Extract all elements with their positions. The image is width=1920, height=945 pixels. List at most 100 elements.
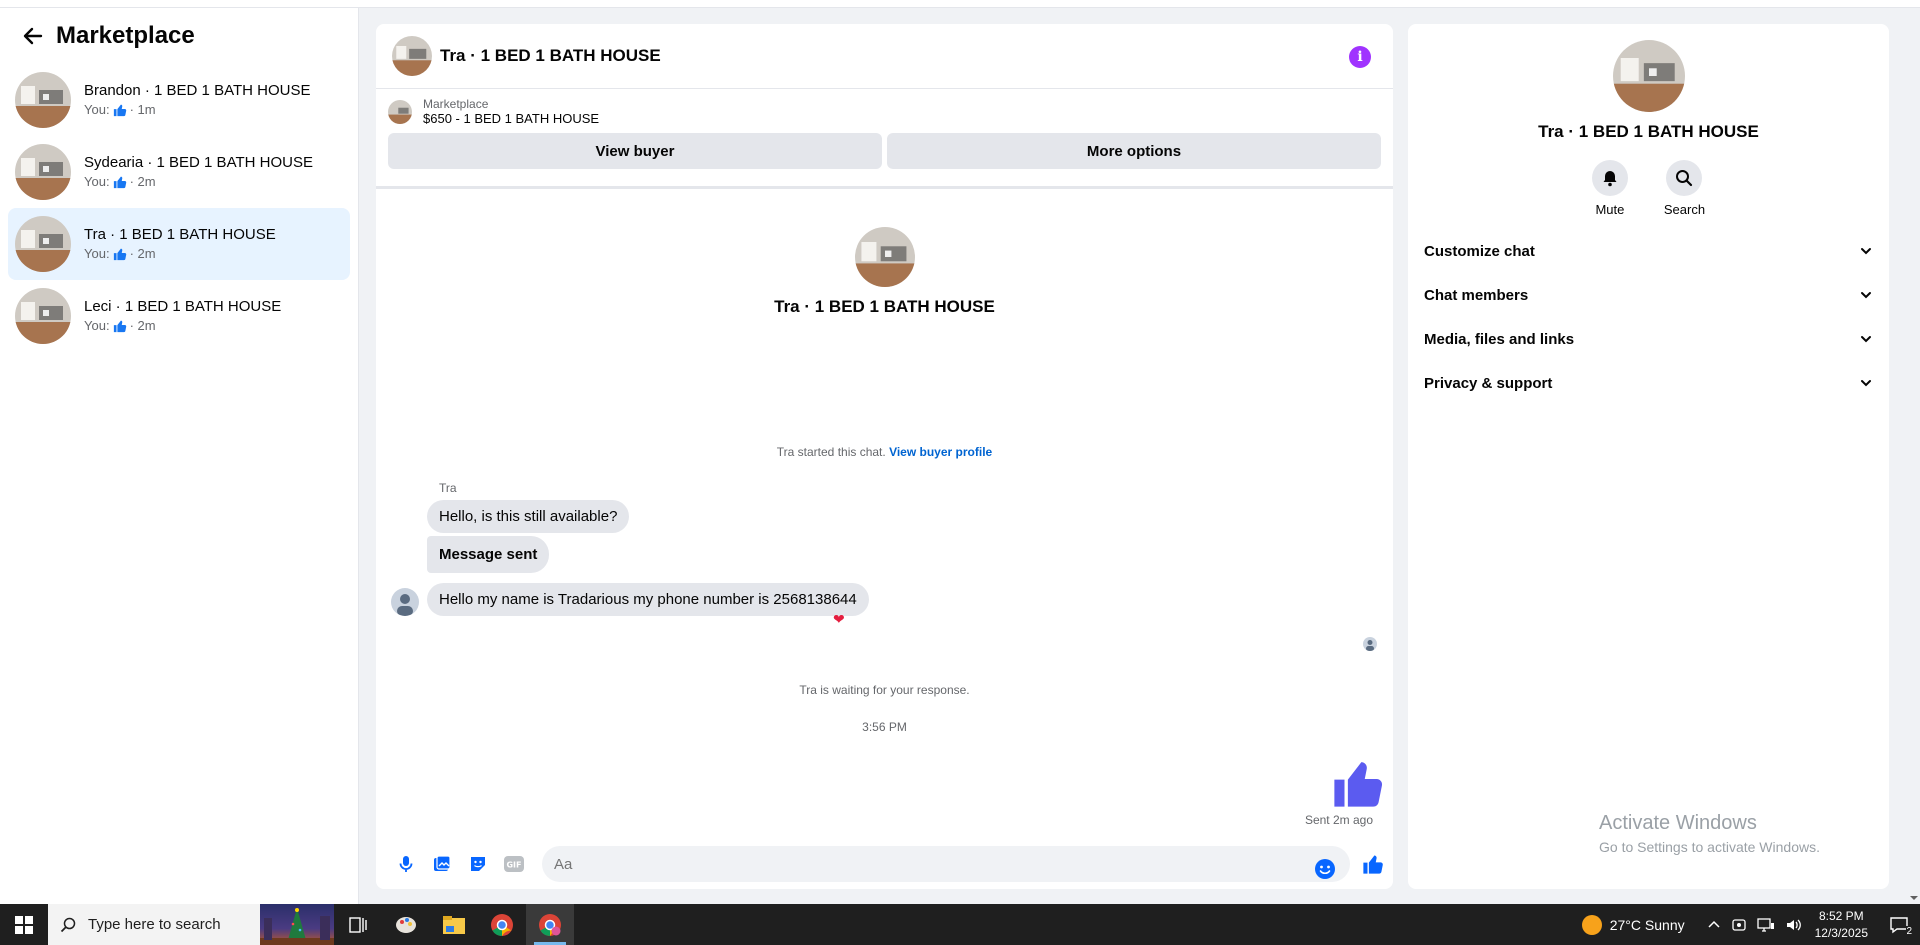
message-composer: GIF — [376, 839, 1393, 889]
bell-icon — [1603, 171, 1617, 187]
conversation-sidebar: Marketplace Brandon · 1 BED 1 BATH HOUSE… — [0, 8, 359, 904]
chat-header-title[interactable]: Tra · 1 BED 1 BATH HOUSE — [440, 46, 661, 66]
sticker-button[interactable] — [460, 846, 496, 882]
info-sections: Customize chat Chat members Media, files… — [1408, 229, 1889, 405]
conversation-item[interactable]: Sydearia · 1 BED 1 BATH HOUSE You: · 2m — [8, 136, 350, 208]
search-label: Search — [1663, 202, 1706, 217]
chevron-down-icon — [1861, 292, 1871, 299]
chat-panel: Tra · 1 BED 1 BATH HOUSE i Marketplace $… — [376, 24, 1393, 889]
section-privacy-support[interactable]: Privacy & support — [1424, 361, 1873, 405]
view-buyer-profile-link[interactable]: View buyer profile — [889, 445, 992, 459]
conversation-preview: You: · 2m — [84, 245, 276, 263]
listing-thumbnail — [388, 99, 412, 124]
message-bubble[interactable]: Hello, is this still available? — [427, 500, 630, 533]
section-media-files-links[interactable]: Media, files and links — [1424, 317, 1873, 361]
search-highlight-image[interactable] — [260, 904, 334, 945]
chat-started-notice: Tra started this chat. View buyer profil… — [376, 445, 1393, 459]
conversation-item[interactable]: Leci · 1 BED 1 BATH HOUSE You: · 2m — [8, 280, 350, 352]
info-icon[interactable]: i — [1349, 46, 1371, 68]
taskbar-app-chrome-profile-active[interactable] — [526, 904, 574, 945]
preview-prefix: You: — [84, 102, 110, 117]
taskbar-clock[interactable]: 8:52 PM 12/3/2025 — [1815, 908, 1868, 942]
message-bubble[interactable]: Message sent — [427, 536, 550, 573]
thumbs-up-icon — [113, 176, 126, 189]
arrow-left-icon — [23, 27, 43, 45]
weather-text: 27°C Sunny — [1609, 916, 1685, 933]
chevron-up-icon[interactable] — [1707, 918, 1721, 932]
search-icon — [1676, 170, 1693, 187]
taskbar-search-placeholder: Type here to search — [88, 916, 221, 933]
emoji-button[interactable] — [1307, 851, 1343, 887]
conversation-item[interactable]: Brandon · 1 BED 1 BATH HOUSE You: · 1m — [8, 64, 350, 136]
send-like-button[interactable] — [1355, 846, 1391, 882]
info-title: Tra · 1 BED 1 BATH HOUSE — [1538, 122, 1759, 141]
preview-time: · 2m — [129, 174, 156, 189]
message-timestamp: 3:56 PM — [862, 720, 907, 734]
sent-thumbs-up-icon[interactable] — [1331, 756, 1385, 810]
conversation-preview: You: · 2m — [84, 173, 313, 191]
watermark-subtitle: Go to Settings to activate Windows. — [1599, 839, 1820, 855]
conversation-name: Tra · 1 BED 1 BATH HOUSE — [84, 226, 276, 243]
started-text: Tra started this chat. — [776, 445, 886, 459]
view-buyer-button[interactable]: View buyer — [388, 133, 882, 169]
folder-icon — [443, 915, 465, 934]
taskbar-search-box[interactable]: Type here to search — [48, 904, 260, 945]
message-input[interactable] — [542, 846, 1350, 882]
preview-prefix: You: — [84, 246, 110, 261]
system-tray: 27°C Sunny 8:52 PM 12/3/2025 2 — [1581, 904, 1920, 945]
conversation-item-active[interactable]: Tra · 1 BED 1 BATH HOUSE You: · 2m — [8, 208, 350, 280]
gif-button[interactable]: GIF — [496, 846, 532, 882]
heart-reaction-icon[interactable]: ❤ — [833, 611, 845, 628]
listing-banner: Marketplace $650 - 1 BED 1 BATH HOUSE Vi… — [376, 89, 1393, 189]
clock-time: 8:52 PM — [1818, 908, 1864, 923]
chevron-down-icon — [1861, 336, 1871, 343]
weather-widget[interactable]: 27°C Sunny — [1581, 914, 1685, 935]
listing-avatar — [15, 216, 71, 272]
start-button[interactable] — [0, 904, 48, 945]
conversation-name: Leci · 1 BED 1 BATH HOUSE — [84, 298, 282, 315]
taskbar-app-file-explorer[interactable] — [430, 904, 478, 945]
chrome-icon — [491, 913, 513, 936]
thumbs-up-icon — [113, 320, 126, 333]
back-button[interactable] — [18, 21, 48, 51]
meet-now-icon[interactable] — [1731, 917, 1747, 933]
listing-avatar — [15, 144, 71, 200]
top-strip — [0, 0, 1920, 8]
chat-header-avatar[interactable] — [392, 36, 432, 76]
listing-label: Marketplace — [423, 97, 489, 111]
preview-prefix: You: — [84, 318, 110, 333]
conversation-name: Brandon · 1 BED 1 BATH HOUSE — [84, 82, 311, 99]
voice-clip-button[interactable] — [388, 846, 424, 882]
chat-info-panel: Tra · 1 BED 1 BATH HOUSE Mute Search Cus… — [1408, 24, 1889, 889]
listing-price-title[interactable]: $650 - 1 BED 1 BATH HOUSE — [423, 111, 599, 126]
attach-photo-button[interactable] — [424, 846, 460, 882]
section-customize-chat[interactable]: Customize chat — [1424, 229, 1873, 273]
taskbar-app-chrome[interactable] — [478, 904, 526, 945]
seen-indicator-avatar — [1363, 637, 1377, 651]
volume-icon[interactable] — [1785, 917, 1803, 933]
sent-status: Sent 2m ago — [1304, 813, 1373, 827]
clock-date: 12/3/2025 — [1814, 925, 1868, 940]
taskbar-app-paint[interactable] — [382, 904, 430, 945]
section-chat-members[interactable]: Chat members — [1424, 273, 1873, 317]
photo-icon — [434, 855, 451, 871]
search-button[interactable]: Search — [1664, 160, 1705, 217]
more-options-button[interactable]: More options — [887, 133, 1381, 169]
microphone-icon — [399, 856, 413, 872]
notification-center-button[interactable]: 2 — [1884, 904, 1914, 945]
network-icon[interactable] — [1756, 917, 1775, 933]
scroll-down-arrow-icon[interactable] — [1908, 892, 1920, 904]
task-view-button[interactable] — [334, 904, 382, 945]
svg-text:GIF: GIF — [506, 861, 521, 870]
preview-time: · 2m — [129, 246, 156, 261]
message-thread: Tra · 1 BED 1 BATH HOUSE Tra started thi… — [376, 189, 1393, 839]
chevron-down-icon — [1861, 248, 1871, 255]
sun-icon — [1581, 914, 1602, 935]
sender-avatar[interactable] — [391, 588, 419, 616]
message-bubble[interactable]: Hello my name is Tradarious my phone num… — [427, 583, 869, 616]
mute-button[interactable]: Mute — [1591, 160, 1628, 217]
sender-name: Tra — [439, 481, 457, 495]
thumbs-up-icon — [113, 248, 126, 261]
intro-avatar — [854, 227, 915, 287]
chrome-profile-icon — [539, 913, 561, 936]
